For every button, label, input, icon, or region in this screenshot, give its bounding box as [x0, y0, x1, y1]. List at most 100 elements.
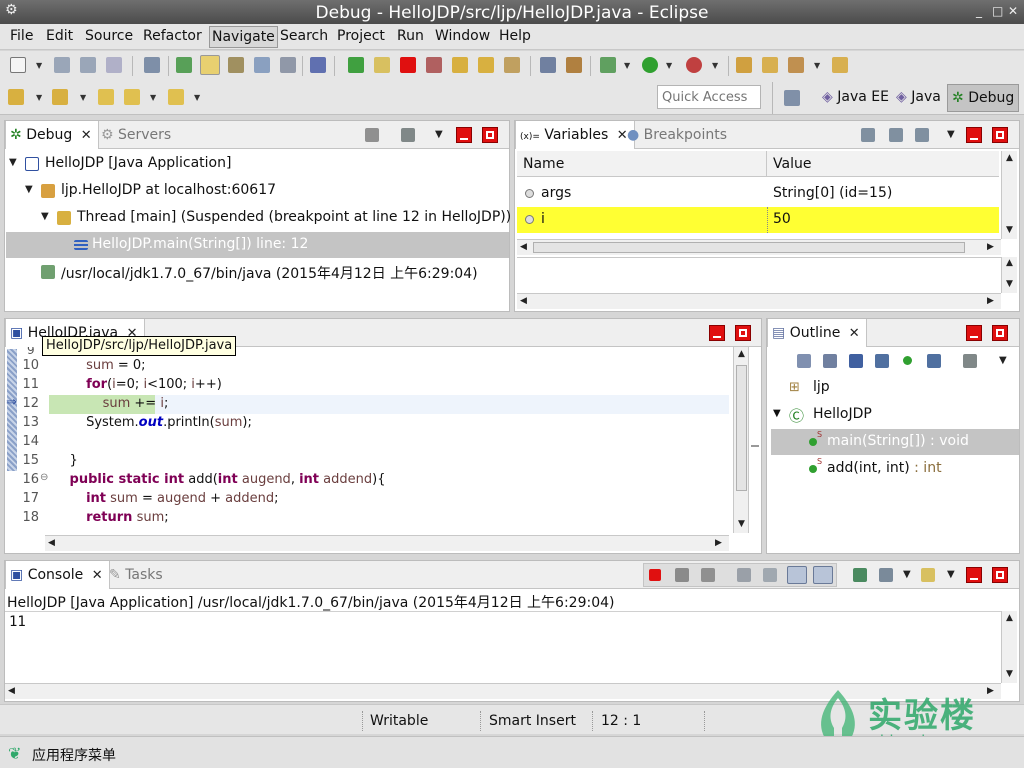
fold-toggle-icon[interactable]: ⊖: [40, 472, 48, 483]
drop-to-frame-icon[interactable]: [566, 57, 582, 73]
menu-help[interactable]: Help: [499, 28, 531, 44]
scroll-up-icon[interactable]: ▲: [1006, 613, 1013, 623]
remove-launch-icon[interactable]: [675, 568, 689, 582]
menu-project[interactable]: Project: [337, 28, 385, 44]
pin-console-icon[interactable]: [853, 568, 867, 582]
step-over-icon[interactable]: [478, 57, 494, 73]
sort-icon[interactable]: [823, 354, 837, 368]
tab-console[interactable]: ▣ Console ✕: [5, 561, 110, 589]
code-line[interactable]: 11 for(i=0; i<100; i++): [7, 376, 729, 395]
outline-item-main[interactable]: S main(String[]) : void: [771, 429, 1019, 455]
maximize-view-button[interactable]: [482, 127, 498, 143]
minimize-view-button[interactable]: [966, 127, 982, 143]
minimize-view-button[interactable]: [966, 567, 982, 583]
new-icon[interactable]: [10, 57, 26, 73]
suspend-icon[interactable]: [374, 57, 390, 73]
hide-fields-icon[interactable]: [849, 354, 863, 368]
overview-ruler-marker[interactable]: [751, 445, 759, 447]
scroll-right-icon[interactable]: ▶: [715, 538, 722, 548]
new-dropdown-icon[interactable]: ▼: [36, 61, 42, 70]
menu-source[interactable]: Source: [85, 28, 133, 44]
view-menu-icon[interactable]: ▼: [435, 129, 443, 140]
layout-icon[interactable]: [915, 128, 929, 142]
use-step-filters-icon[interactable]: [540, 57, 556, 73]
hide-non-public-icon[interactable]: [903, 356, 912, 365]
variable-row-i[interactable]: i 50: [517, 207, 999, 233]
detail-vertical-scrollbar[interactable]: ▲ ▼: [1001, 257, 1017, 293]
tab-tasks[interactable]: ✎ Tasks: [105, 561, 169, 589]
menu-window[interactable]: Window: [435, 28, 490, 44]
maximize-view-button[interactable]: [992, 567, 1008, 583]
previous-annotation-icon[interactable]: [52, 89, 68, 105]
menu-file[interactable]: File: [10, 28, 33, 44]
scroll-left-icon[interactable]: ◀: [8, 686, 15, 696]
step-into-icon[interactable]: [452, 57, 468, 73]
variable-row-args[interactable]: args String[0] (id=15): [517, 181, 999, 207]
tab-variables[interactable]: (x)= Variables ✕: [515, 121, 635, 149]
code-line[interactable]: 13 System.out.println(sum);: [7, 414, 729, 433]
outline-item-package[interactable]: ⊞ ljp: [767, 375, 1017, 401]
scroll-right-icon[interactable]: ▶: [987, 242, 994, 252]
view-settings-icon[interactable]: [401, 128, 415, 142]
scroll-lock-icon[interactable]: [763, 568, 777, 582]
menu-edit[interactable]: Edit: [46, 28, 73, 44]
code-area[interactable]: 9 10 sum = 0; 11 for(i=0; i<100; i++) 12 s…: [7, 347, 729, 537]
show-type-names-icon[interactable]: [861, 128, 875, 142]
scroll-up-icon[interactable]: ▲: [1006, 258, 1013, 268]
search-dropdown-icon[interactable]: ▼: [814, 61, 820, 70]
external-tools-icon[interactable]: [686, 57, 702, 73]
menu-refactor[interactable]: Refactor: [143, 28, 202, 44]
outline-item-class[interactable]: ▼ Ⓒ HelloJDP: [767, 402, 1017, 428]
resume-icon[interactable]: [348, 57, 364, 73]
tab-breakpoints[interactable]: ● Breakpoints: [623, 121, 733, 149]
scroll-left-icon[interactable]: ◀: [48, 538, 55, 548]
tree-item-process[interactable]: /usr/local/jdk1.7.0_67/bin/java (2015年4月…: [5, 259, 509, 285]
open-console-icon[interactable]: [921, 568, 935, 582]
display-selected-console-icon[interactable]: [879, 568, 893, 582]
print-icon[interactable]: [106, 57, 122, 73]
debug-dropdown-icon[interactable]: ▼: [624, 61, 630, 70]
pilcrow-icon[interactable]: [280, 57, 296, 73]
scroll-up-icon[interactable]: ▲: [738, 349, 745, 359]
next-annotation-icon[interactable]: [8, 89, 24, 105]
scroll-down-icon[interactable]: ▼: [1006, 279, 1013, 289]
open-console-dropdown-icon[interactable]: ▼: [947, 569, 955, 580]
menu-run[interactable]: Run: [397, 28, 424, 44]
open-perspective-icon[interactable]: [784, 90, 800, 106]
collapse-arrow-icon[interactable]: ▼: [773, 408, 781, 419]
open-task-icon[interactable]: [832, 57, 848, 73]
show-whitespace-icon[interactable]: [228, 57, 244, 73]
code-line[interactable]: 10 sum = 0;: [7, 357, 729, 376]
perspective-java-ee[interactable]: ◈ Java EE: [818, 84, 893, 112]
console-vertical-scrollbar[interactable]: ▲ ▼: [1001, 611, 1017, 683]
close-icon[interactable]: ✕: [81, 128, 92, 143]
remove-terminated-icon[interactable]: [365, 128, 379, 142]
forward-dropdown-icon[interactable]: ▼: [194, 93, 200, 102]
minimize-view-button[interactable]: [966, 325, 982, 341]
tab-servers[interactable]: ⚙ Servers: [97, 121, 177, 149]
close-icon[interactable]: ✕: [92, 568, 103, 583]
console-output[interactable]: 11: [5, 611, 1001, 683]
back-dropdown-icon[interactable]: ▼: [150, 93, 156, 102]
display-console-dropdown-icon[interactable]: ▼: [903, 569, 911, 580]
minimize-view-button[interactable]: [456, 127, 472, 143]
terminate-icon[interactable]: [649, 569, 661, 581]
step-return-icon[interactable]: [504, 57, 520, 73]
outline-item-add[interactable]: S add(int, int) : int: [767, 456, 1017, 482]
code-line[interactable]: 18 return sum;: [7, 509, 729, 528]
view-menu-icon[interactable]: ▼: [947, 129, 955, 140]
collapse-arrow-icon[interactable]: ▼: [41, 211, 49, 222]
code-line[interactable]: 17 int sum = augend + addend;: [7, 490, 729, 509]
terminate-icon[interactable]: [400, 57, 416, 73]
debug-bug-icon[interactable]: [600, 57, 616, 73]
scroll-up-icon[interactable]: ▲: [1006, 153, 1013, 163]
external-tools-dropdown-icon[interactable]: ▼: [712, 61, 718, 70]
view-menu-icon[interactable]: ▼: [999, 355, 1007, 366]
search-icon[interactable]: [788, 57, 804, 73]
tab-outline[interactable]: ▤ Outline ✕: [767, 319, 867, 347]
block-selection-icon[interactable]: [254, 57, 270, 73]
collapse-arrow-icon[interactable]: ▼: [9, 157, 17, 168]
toggle-breakpoint-icon[interactable]: [176, 57, 192, 73]
disconnect-icon[interactable]: [426, 57, 442, 73]
tree-item-application[interactable]: ▼ HelloJDP [Java Application]: [5, 151, 509, 177]
